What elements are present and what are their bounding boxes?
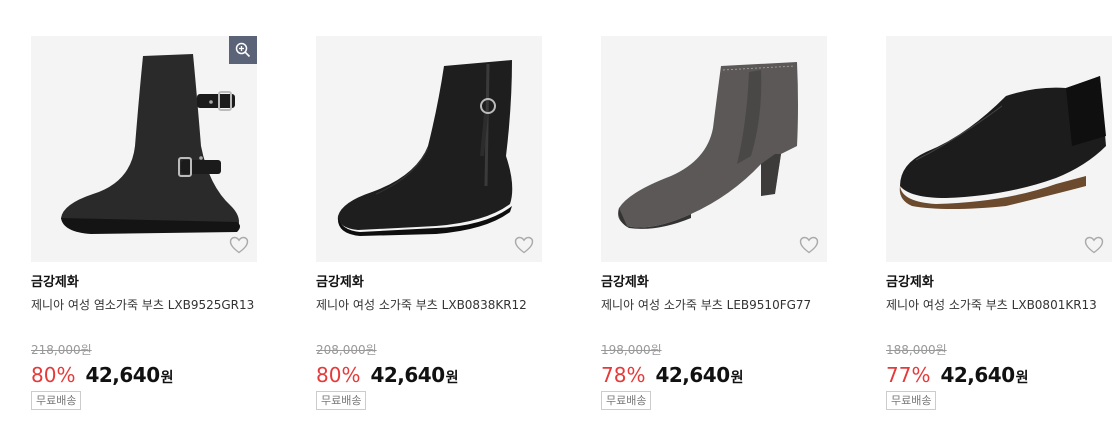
product-image[interactable] [31, 36, 257, 262]
sale-price: 42,640 [85, 363, 160, 387]
price-line: 77% 42,640 원 [886, 362, 1112, 388]
price-line: 80% 42,640 원 [316, 362, 542, 388]
original-price: 208,000원 [316, 343, 377, 357]
original-price: 198,000원 [601, 343, 662, 357]
wishlist-heart-icon[interactable] [229, 236, 249, 254]
discount-rate: 80% [31, 363, 76, 387]
wishlist-heart-icon[interactable] [799, 236, 819, 254]
discount-rate: 80% [316, 363, 361, 387]
zoom-in-icon [235, 42, 251, 58]
price-line: 80% 42,640 원 [31, 362, 257, 388]
currency-unit: 원 [1015, 370, 1029, 386]
boot-image [61, 54, 240, 234]
product-name[interactable]: 제니아 여성 소가죽 부츠 LXB0838KR12 [316, 295, 544, 335]
product-name[interactable]: 제니아 여성 염소가죽 부츠 LXB9525GR13 [31, 295, 259, 335]
currency-unit: 원 [160, 370, 174, 386]
discount-rate: 78% [601, 363, 646, 387]
product-image[interactable] [316, 36, 542, 262]
original-price: 218,000원 [31, 343, 92, 357]
brand-name[interactable]: 금강제화 [601, 274, 827, 292]
zoom-button[interactable] [229, 36, 257, 64]
price-line: 78% 42,640 원 [601, 362, 827, 388]
product-name[interactable]: 제니아 여성 소가죽 부츠 LXB0801KR13 [886, 295, 1114, 335]
sale-price: 42,640 [370, 363, 445, 387]
boot-image [899, 76, 1106, 209]
sale-price: 42,640 [655, 363, 730, 387]
product-image[interactable] [601, 36, 827, 262]
currency-unit: 원 [730, 370, 744, 386]
product-card[interactable]: 금강제화 제니아 여성 염소가죽 부츠 LXB9525GR13 218,000원… [31, 36, 257, 410]
free-shipping-badge: 무료배송 [886, 391, 937, 410]
wishlist-heart-icon[interactable] [514, 236, 534, 254]
product-card[interactable]: 금강제화 제니아 여성 소가죽 부츠 LEB9510FG77 198,000원 … [601, 36, 827, 410]
brand-name[interactable]: 금강제화 [31, 274, 257, 292]
brand-name[interactable]: 금강제화 [886, 274, 1112, 292]
product-card[interactable]: 금강제화 제니아 여성 소가죽 부츠 LXB0801KR13 188,000원 … [886, 36, 1112, 410]
product-image[interactable] [886, 36, 1112, 262]
wishlist-heart-icon[interactable] [1084, 236, 1104, 254]
currency-unit: 원 [445, 370, 459, 386]
product-card[interactable]: 금강제화 제니아 여성 소가죽 부츠 LXB0838KR12 208,000원 … [316, 36, 542, 410]
free-shipping-badge: 무료배송 [601, 391, 652, 410]
brand-name[interactable]: 금강제화 [316, 274, 542, 292]
free-shipping-badge: 무료배송 [31, 391, 82, 410]
original-price: 188,000원 [886, 343, 947, 357]
boot-image [618, 62, 798, 229]
sale-price: 42,640 [940, 363, 1015, 387]
free-shipping-badge: 무료배송 [316, 391, 367, 410]
boot-image [337, 60, 513, 236]
discount-rate: 77% [886, 363, 931, 387]
product-name[interactable]: 제니아 여성 소가죽 부츠 LEB9510FG77 [601, 295, 829, 335]
